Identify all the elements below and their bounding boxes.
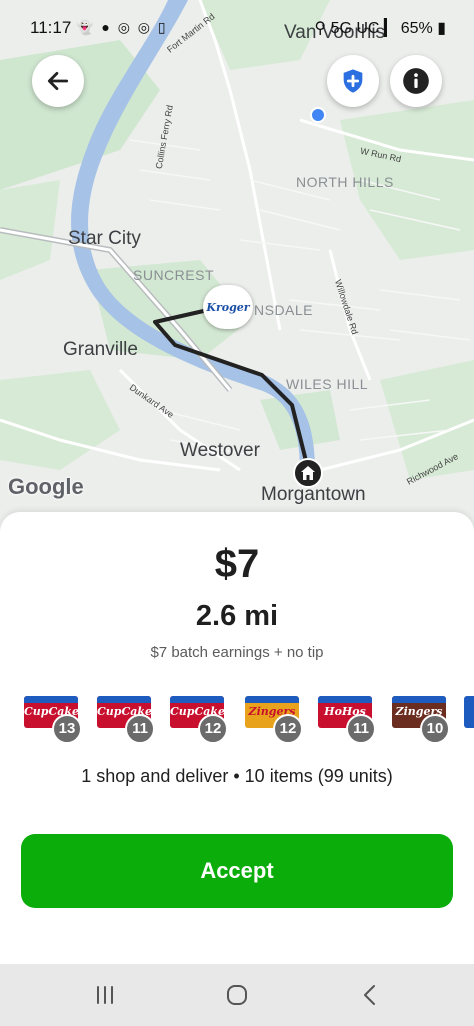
- offer-distance: 2.6 mi: [195, 600, 279, 632]
- earnings-note: $7 batch earnings + no tip: [150, 644, 324, 661]
- item-thumbnail[interactable]: CupCakes 11: [97, 692, 157, 744]
- messenger-icon: ◎: [117, 19, 132, 35]
- shield-plus-icon: [343, 69, 363, 93]
- home-icon: [301, 466, 315, 480]
- battery-level: 65%: [400, 20, 433, 37]
- item-quantity-badge: 11: [346, 714, 376, 744]
- map-label-wiles-hill: WILES HILL: [286, 376, 369, 392]
- item-quantity-badge: 12: [198, 714, 228, 744]
- item-thumbnail[interactable]: CupCakes 13: [24, 692, 84, 744]
- order-summary: 1 shop and deliver • 10 items (99 units): [81, 766, 393, 786]
- items-carousel[interactable]: CupCakes 13 CupCakes 11 CupCakes 12 Zing…: [0, 692, 474, 752]
- item-quantity-badge: 11: [125, 714, 155, 744]
- map-label-suncrest: SUNCREST: [133, 267, 215, 283]
- store-pin[interactable]: Kroger: [203, 285, 253, 329]
- chevron-left-icon: [364, 985, 375, 1005]
- chat-icon: ●: [101, 19, 112, 35]
- arrow-left-icon: [47, 72, 69, 90]
- messenger-icon: ◎: [137, 19, 153, 35]
- status-bar: 11:17 👻 ● ◎ ◎ ▯ ⚲ 5G UC ▎ 65% ▮: [0, 0, 474, 50]
- accept-button[interactable]: Accept: [21, 834, 453, 908]
- item-quantity-badge: 13: [52, 714, 82, 744]
- recents-button[interactable]: [85, 978, 125, 1012]
- offer-sheet: $7 2.6 mi $7 batch earnings + no tip Cup…: [0, 512, 474, 964]
- system-nav-bar: [0, 964, 474, 1026]
- status-right: ⚲ 5G UC ▎ 65% ▮: [314, 18, 446, 38]
- map-label-morgantown: Morgantown: [261, 484, 366, 505]
- home-button[interactable]: [217, 978, 257, 1012]
- item-quantity-badge: 10: [420, 714, 450, 744]
- item-thumbnail[interactable]: CupCakes 12: [170, 692, 230, 744]
- item-image: [464, 696, 474, 728]
- map-label-granville: Granville: [63, 339, 138, 360]
- battery-icon: ▮: [437, 20, 446, 37]
- store-logo: Kroger: [206, 300, 250, 314]
- location-icon: ⚲: [314, 20, 327, 37]
- recents-icon: [97, 986, 113, 1004]
- item-thumbnail[interactable]: Zingers 10: [392, 692, 452, 744]
- notification-icons: 👻 ● ◎ ◎ ▯: [76, 19, 168, 36]
- item-thumbnail-partial[interactable]: [464, 692, 474, 744]
- status-time: 11:17: [30, 18, 72, 37]
- map-view[interactable]: Van Voorhis Star City SUNCREST NORTH HIL…: [0, 0, 474, 560]
- system-back-button[interactable]: [350, 978, 390, 1012]
- map-label-star-city: Star City: [68, 228, 141, 249]
- map-label-north-hills: NORTH HILLS: [296, 174, 394, 190]
- info-button[interactable]: [390, 55, 442, 107]
- snapchat-icon: 👻: [76, 19, 96, 35]
- offer-price: $7: [214, 542, 260, 586]
- item-thumbnail[interactable]: HoHos 11: [318, 692, 378, 744]
- map-label-nsdale: NSDALE: [254, 302, 314, 318]
- info-icon: [403, 68, 429, 94]
- back-button[interactable]: [32, 55, 84, 107]
- destination-pin[interactable]: [293, 458, 323, 488]
- network-type: 5G UC: [330, 20, 380, 37]
- phone-icon: ▯: [157, 19, 168, 35]
- map-label-westover: Westover: [180, 440, 260, 461]
- home-circle-icon: [227, 985, 247, 1005]
- google-attribution: Google: [8, 474, 84, 499]
- signal-icon: ▎: [383, 20, 397, 37]
- item-quantity-badge: 12: [273, 714, 303, 744]
- item-thumbnail[interactable]: Zingers 12: [245, 692, 305, 744]
- safety-button[interactable]: [327, 55, 379, 107]
